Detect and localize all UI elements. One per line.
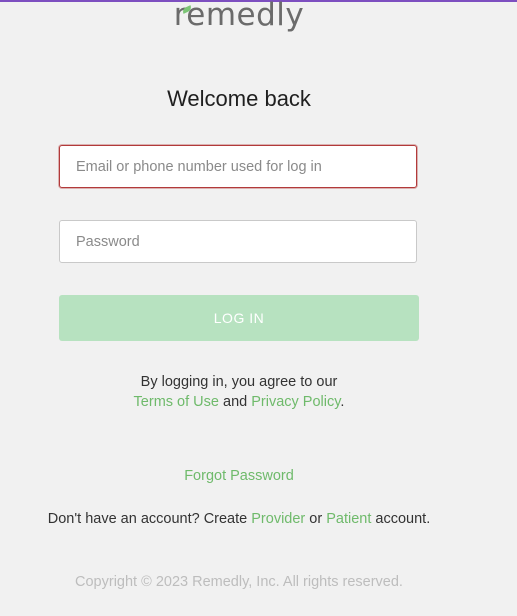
remedly-logo: remedly — [0, 0, 478, 34]
agreement-suffix: . — [340, 394, 345, 410]
create-account-or: or — [309, 511, 323, 527]
forgot-password-link[interactable]: Forgot Password — [184, 468, 294, 484]
privacy-policy-link[interactable]: Privacy Policy — [251, 394, 340, 410]
agreement-and: and — [223, 394, 248, 410]
email-field[interactable] — [59, 145, 417, 188]
agreement-prefix: By logging in, you agree to our — [140, 374, 338, 390]
password-field[interactable] — [59, 220, 417, 263]
create-account-suffix: account. — [375, 511, 431, 527]
create-account-text: Don't have an account? Create Provider o… — [0, 511, 478, 527]
create-account-prefix: Don't have an account? Create — [47, 511, 248, 527]
page-title: Welcome back — [167, 86, 311, 111]
logo-wordmark: remedly — [174, 0, 305, 31]
terms-of-use-link[interactable]: Terms of Use — [134, 394, 219, 410]
login-button[interactable]: LOG IN — [59, 295, 419, 341]
forgot-password-row: Forgot Password — [0, 468, 478, 484]
logo-text: remedly — [173, 0, 305, 33]
terms-agreement: By logging in, you agree to our Terms of… — [0, 372, 478, 412]
patient-signup-link[interactable]: Patient — [326, 511, 371, 527]
provider-signup-link[interactable]: Provider — [251, 511, 305, 527]
copyright-text: Copyright © 2023 Remedly, Inc. All right… — [75, 574, 403, 590]
